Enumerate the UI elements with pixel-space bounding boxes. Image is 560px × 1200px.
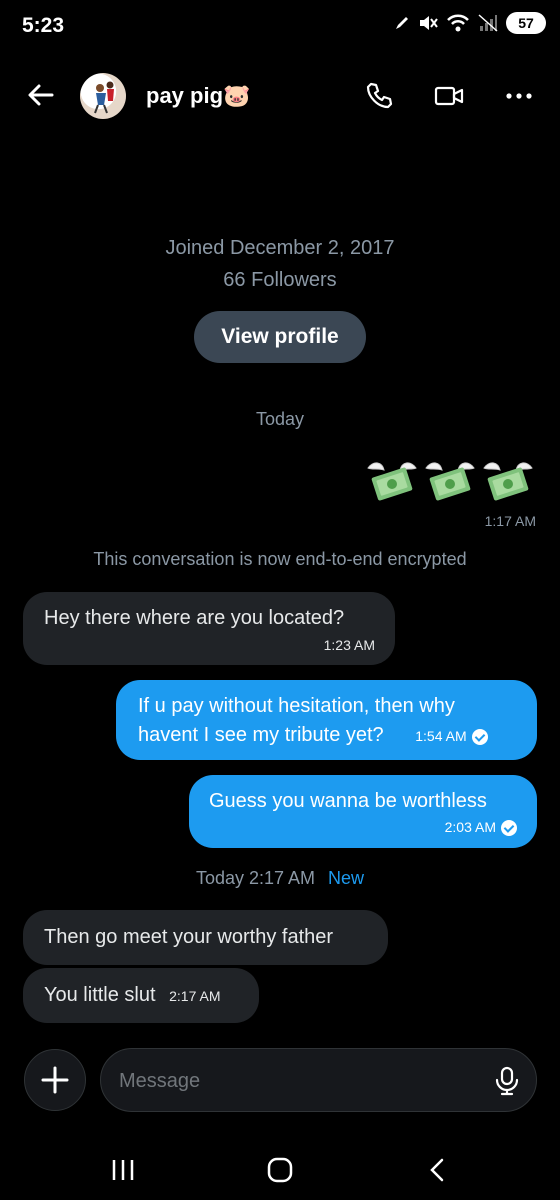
money-with-wings-icon [483, 462, 533, 501]
message-timestamp: 2:17 AM [169, 988, 221, 1004]
message-timestamp: 1:23 AM [323, 637, 375, 653]
status-bar: 5:23 57 [0, 0, 560, 54]
joined-date: Joined December 2, 2017 [165, 237, 395, 259]
conversation-title: pay pig🐷 [146, 83, 251, 108]
video-call-icon[interactable] [433, 80, 465, 112]
followers-count: 66 Followers [223, 269, 337, 291]
phone-icon[interactable] [363, 80, 395, 112]
incoming-message[interactable]: Hey there where are you located? 1:23 AM [23, 592, 395, 665]
incoming-message[interactable]: Then go meet your worthy father [23, 910, 388, 965]
avatar[interactable] [80, 73, 126, 119]
new-messages-divider: Today 2:17 AM New [0, 868, 560, 889]
message-text: Then go meet your worthy father [44, 926, 334, 948]
back-arrow-icon[interactable] [26, 80, 56, 110]
plus-icon [41, 1066, 69, 1094]
money-with-wings-icon [425, 462, 475, 501]
outgoing-message[interactable]: If u pay without hesitation, then why ha… [116, 680, 537, 760]
wifi-icon [447, 14, 469, 32]
microphone-icon[interactable] [494, 1066, 520, 1096]
back-button[interactable] [417, 1152, 457, 1188]
message-composer [100, 1048, 537, 1112]
profile-info: Joined December 2, 2017 66 Followers [0, 232, 560, 296]
home-button[interactable] [260, 1152, 300, 1188]
divider-label: Today 2:17 AM [195, 868, 316, 888]
signal-icon [478, 14, 498, 32]
message-timestamp: 1:54 AM [415, 728, 467, 744]
message-text-line: havent I see my tribute yet? [138, 724, 384, 746]
status-time: 5:23 [22, 14, 65, 37]
conversation-header: pay pig🐷 [0, 62, 560, 132]
recent-apps-icon [112, 1160, 134, 1180]
outgoing-message[interactable]: Guess you wanna be worthless 2:03 AM [189, 775, 537, 848]
new-badge: New [328, 868, 365, 888]
battery-indicator: 57 [506, 12, 546, 34]
incoming-message[interactable]: You little slut 2:17 AM [23, 968, 259, 1023]
read-check-icon [501, 819, 517, 836]
add-attachment-button[interactable] [24, 1049, 86, 1111]
message-text-line: If u pay without hesitation, then why [138, 695, 455, 717]
emoji-message[interactable] [364, 452, 536, 508]
view-profile-button[interactable]: View profile [194, 311, 366, 363]
system-navigation-bar [0, 1140, 560, 1200]
message-text: Hey there where are you located? [44, 607, 345, 629]
pen-icon [396, 17, 408, 29]
encryption-notice: This conversation is now end-to-end encr… [93, 549, 467, 569]
message-timestamp: 1:17 AM [484, 513, 536, 529]
status-icons: 57 [394, 12, 546, 34]
home-icon [267, 1157, 293, 1183]
mute-icon [420, 16, 438, 30]
message-input[interactable] [117, 1063, 481, 1099]
read-check-icon [471, 728, 488, 745]
recent-apps-button[interactable] [103, 1152, 143, 1188]
more-options-icon[interactable] [503, 80, 535, 112]
day-label: Today [255, 409, 305, 429]
message-timestamp: 2:03 AM [444, 819, 496, 835]
money-with-wings-icon [367, 462, 417, 501]
message-text: You little slut [44, 984, 156, 1006]
back-chevron-icon [430, 1158, 444, 1182]
